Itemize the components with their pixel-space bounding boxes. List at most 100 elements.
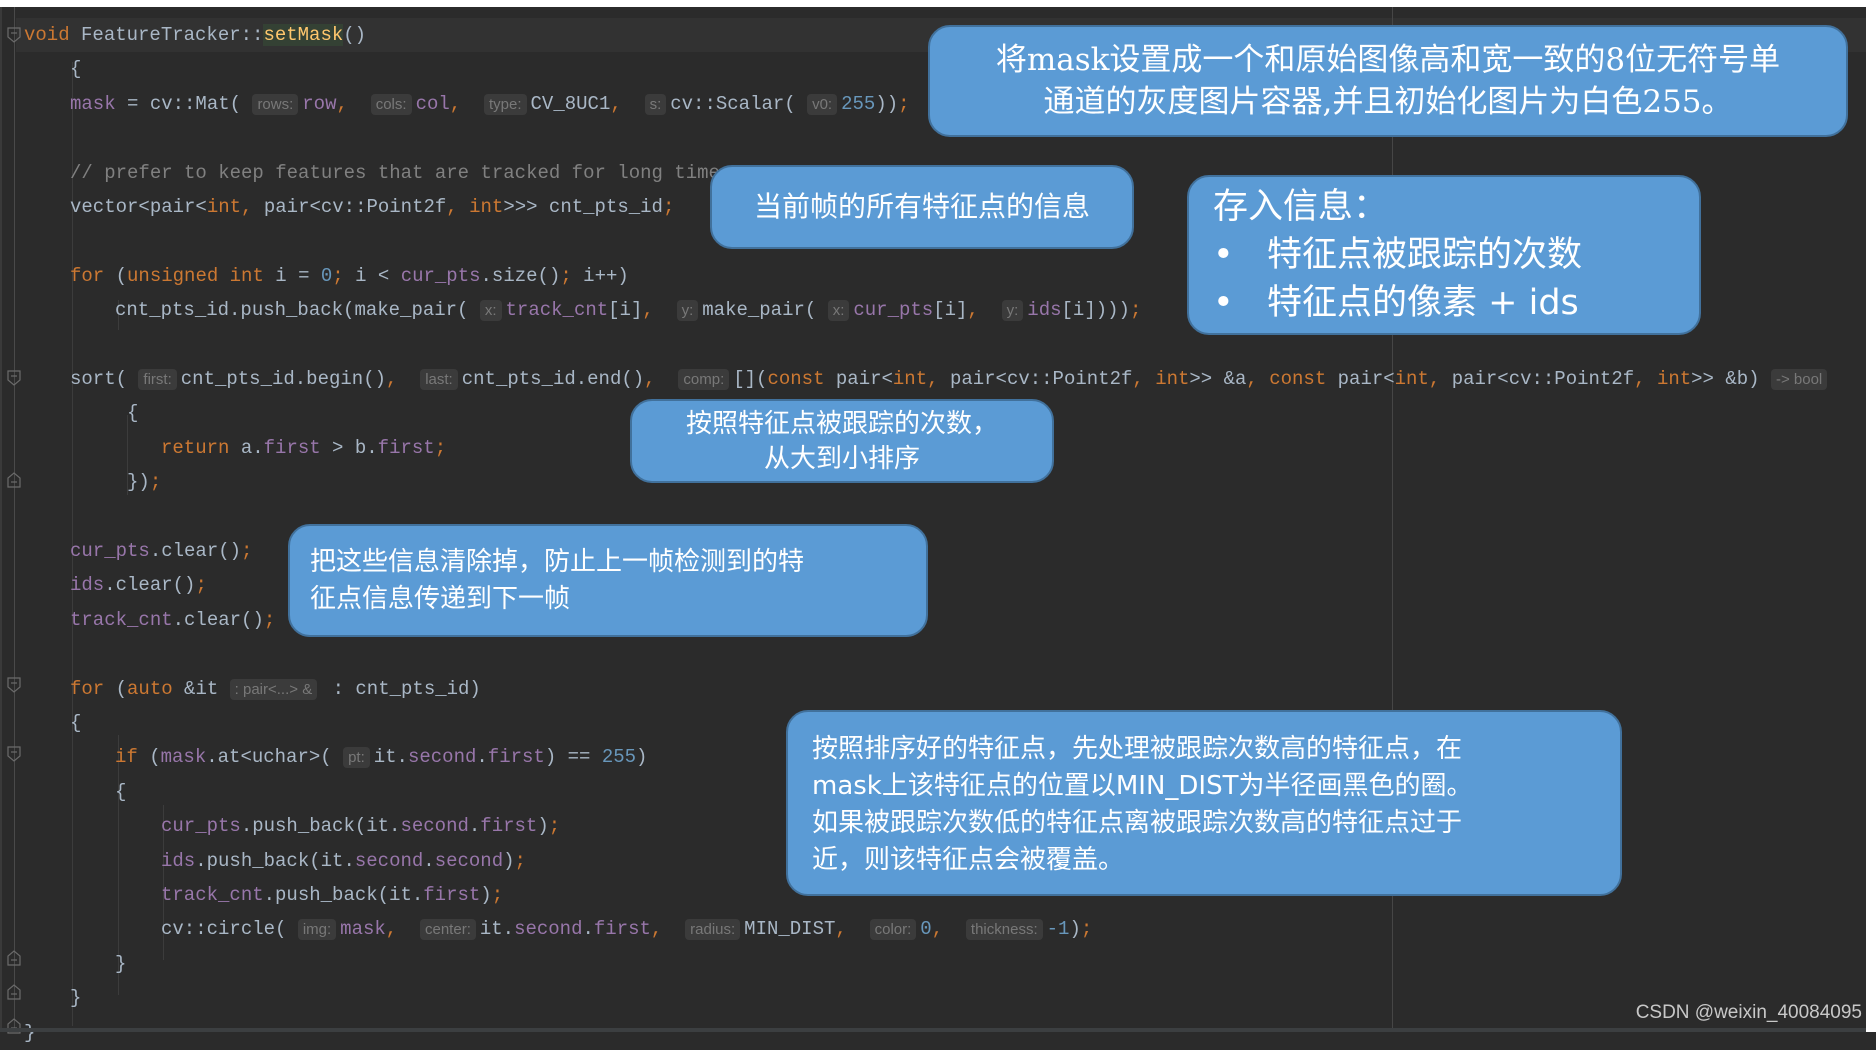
code-line[interactable]: track_cnt.clear(); (70, 603, 275, 637)
code-line[interactable]: vector<pair<int, pair<cv::Point2f, int>>… (70, 190, 674, 224)
code-line[interactable]: void FeatureTracker::setMask() (24, 18, 366, 52)
code-line[interactable]: { (70, 706, 81, 740)
code-token: 0 (920, 918, 932, 941)
code-token: [i] (608, 299, 643, 322)
code-token: , (610, 92, 634, 115)
code-token: , (241, 196, 264, 218)
code-line[interactable]: for (auto &it : pair<...> & : cnt_pts_id… (70, 672, 481, 706)
code-line[interactable]: if (mask.at<uchar>( pt: it.second.first) … (115, 740, 647, 774)
code-token: second (514, 918, 583, 941)
parameter-hint: color: (869, 919, 917, 941)
fold-toggle-icon[interactable] (7, 370, 21, 386)
callout-mask-process: 按照排序好的特征点，先处理被跟踪次数高的特征点，在 mask上该特征点的位置以M… (786, 710, 1622, 896)
horizontal-scrollbar[interactable] (0, 1028, 1866, 1032)
code-token: unsigned int (127, 264, 264, 287)
fold-toggle-icon[interactable] (7, 677, 21, 693)
code-token: ) (503, 849, 515, 872)
code-token: make_pair( (702, 299, 828, 322)
code-token: , (1428, 368, 1452, 390)
code-token: ; (195, 574, 207, 597)
code-token: , (386, 368, 409, 390)
code-token: auto (127, 677, 185, 700)
code-line[interactable]: track_cnt.push_back(it.first); (161, 878, 503, 912)
code-line[interactable]: cur_pts.clear(); (70, 534, 252, 568)
fold-end-icon[interactable] (7, 950, 21, 966)
code-token: cv::circle( (161, 918, 298, 941)
code-token: >>> cnt_pts_id (503, 196, 663, 218)
code-line[interactable]: } (70, 981, 81, 1015)
code-token: second (400, 815, 469, 838)
parameter-hint: : pair<...> & (229, 678, 318, 700)
code-line[interactable]: for (unsigned int i = 0; i < cur_pts.siz… (70, 259, 629, 293)
code-token: int (206, 196, 242, 218)
code-line[interactable]: cur_pts.push_back(it.second.first); (161, 809, 560, 843)
callout-store-info: 存入信息： • 特征点被跟踪的次数 • 特征点的像素 + ids (1187, 175, 1701, 335)
parameter-hint: y: (676, 300, 699, 322)
code-token: cnt_pts_id.push_back(make_pair( (115, 299, 480, 322)
code-line[interactable]: // prefer to keep features that are trac… (70, 156, 720, 190)
code-token: ( (104, 264, 128, 287)
code-line[interactable]: ids.push_back(it.second.second); (161, 844, 526, 878)
code-token: for (70, 264, 105, 287)
code-line[interactable]: { (70, 52, 81, 86)
code-token: pair<cv::Point2f (263, 196, 447, 218)
code-token: pair<cv::Point2f (949, 368, 1133, 390)
code-line[interactable]: } (24, 1016, 35, 1050)
callout-line: 按照特征点被跟踪的次数， (685, 409, 998, 439)
code-token: 255 (841, 92, 876, 115)
code-line[interactable]: cnt_pts_id.push_back(make_pair( x: track_… (115, 293, 1141, 327)
code-token: FeatureTracker:: (69, 24, 264, 46)
code-token: if (115, 746, 138, 769)
code-token: { (70, 58, 82, 81)
code-line[interactable]: sort( first: cnt_pts_id.begin(), last: cnt… (70, 362, 1831, 396)
code-token: vector<pair< (70, 196, 207, 218)
code-token: [i] (933, 299, 968, 322)
code-token: int (1394, 368, 1429, 390)
code-token: , (385, 918, 409, 941)
code-line[interactable]: cv::circle( img: mask, center: it.second.f… (161, 912, 1092, 946)
callout-clear-info: 把这些信息清除掉，防止上一帧检测到的特 征点信息传递到下一帧 (288, 524, 928, 637)
code-token: first (487, 746, 545, 769)
code-token: ( (104, 677, 128, 700)
code-token: row (302, 92, 337, 115)
code-token: }) (127, 471, 150, 494)
code-line[interactable]: ids.clear(); (70, 568, 207, 602)
code-token: MIN_DIST (744, 918, 836, 941)
callout-line: 征点信息传递到下一帧 (310, 584, 571, 614)
callout-line: 把这些信息清除掉，防止上一帧检测到的特 (310, 547, 805, 577)
code-token: ) (636, 746, 648, 769)
gutter-fold-line (14, 7, 15, 1032)
code-token: , (1634, 368, 1657, 390)
code-token: cur_pts (70, 540, 150, 562)
code-token: , (1132, 368, 1156, 390)
code-line[interactable]: { (127, 396, 138, 430)
fold-toggle-icon[interactable] (7, 27, 21, 43)
code-token: ; (491, 884, 504, 906)
fold-end-icon[interactable] (7, 984, 21, 1000)
code-token: ) == (544, 746, 602, 769)
callout-line: 当前帧的所有特征点的信息 (753, 190, 1090, 223)
code-token: mask (160, 746, 207, 769)
code-token: pair< (1337, 368, 1395, 390)
code-line[interactable]: return a.first > b.first; (161, 431, 446, 465)
code-token: sort( (70, 368, 139, 390)
callout-current-frame: 当前帧的所有特征点的信息 (710, 165, 1134, 249)
code-token: ; (263, 608, 276, 631)
callout-line: 通道的灰度图片容器,并且初始化图片为白色255。 (1043, 84, 1733, 120)
parameter-hint: v0: (807, 93, 838, 115)
parameter-hint: rows: (252, 93, 299, 115)
code-line[interactable]: mask = cv::Mat( rows: row, cols: col, type… (70, 87, 910, 121)
fold-end-icon[interactable] (7, 472, 21, 488)
code-line[interactable]: }); (127, 465, 161, 499)
code-line[interactable]: { (115, 775, 126, 809)
right-edge (1866, 0, 1876, 1032)
parameter-hint: y: (1001, 300, 1024, 322)
fold-toggle-icon[interactable] (7, 746, 21, 762)
code-token: for (70, 677, 105, 700)
code-token: int (1656, 368, 1692, 390)
code-token: .size() (480, 264, 561, 287)
code-line[interactable]: } (115, 947, 126, 981)
code-token: { (127, 402, 139, 425)
code-token: .clear() (104, 574, 196, 597)
